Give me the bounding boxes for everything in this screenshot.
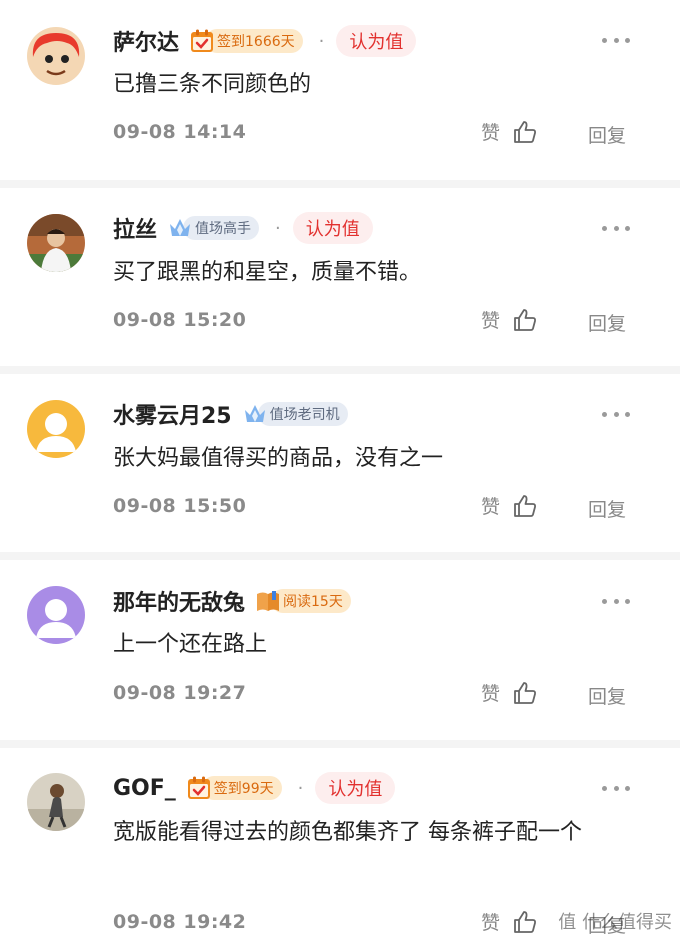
like-button[interactable]: 赞 <box>481 118 538 145</box>
comment-time: 09-08 15:50 <box>113 495 247 517</box>
worth-tag: 认为值 <box>315 772 396 804</box>
comment-item: 萨尔达 签到1666天 · 认为值 已撸三条不同颜色的 09-08 14:14 … <box>0 0 680 180</box>
watermark: 值 什么值得买 <box>558 912 672 933</box>
avatar[interactable] <box>27 773 85 831</box>
separator-dot: · <box>275 217 281 239</box>
user-badge[interactable]: 阅读15天 <box>255 587 351 615</box>
thumbs-up-icon <box>514 910 536 933</box>
reply-button[interactable]: 回复 <box>588 682 626 709</box>
thumbs-up-icon <box>514 308 536 331</box>
thumbs-up-icon <box>514 494 536 517</box>
avatar[interactable] <box>27 400 85 458</box>
badge-label: 签到1666天 <box>205 29 303 53</box>
calendar-check-icon <box>191 29 214 52</box>
comment-item: 拉丝 值场高手 · 认为值 买了跟黑的和星空，质量不错。 09-08 15:20… <box>0 188 680 366</box>
avatar[interactable] <box>27 27 85 85</box>
comment-time: 09-08 19:42 <box>113 911 247 933</box>
comment-time: 09-08 14:14 <box>113 121 247 143</box>
avatar[interactable] <box>27 586 85 644</box>
badge-label: 值场高手 <box>183 216 260 240</box>
like-label: 赞 <box>481 310 501 332</box>
comment-text: 上一个还在路上 <box>113 632 268 657</box>
comment-header: GOF_ 签到99天 · 认为值 <box>113 771 396 805</box>
divider <box>0 180 680 188</box>
like-label: 赞 <box>481 912 501 934</box>
more-options-icon[interactable] <box>602 214 630 242</box>
comment-text: 宽版能看得过去的颜色都集齐了 每条裤子配一个 <box>113 820 582 845</box>
user-badge[interactable]: 值场老司机 <box>242 400 348 428</box>
reply-button[interactable]: 回复 <box>588 309 626 336</box>
username[interactable]: GOF_ <box>113 776 176 801</box>
like-label: 赞 <box>481 496 501 518</box>
comment-header: 那年的无敌兔 阅读15天 <box>113 584 351 618</box>
more-options-icon[interactable] <box>602 587 630 615</box>
like-button[interactable]: 赞 <box>481 492 538 519</box>
like-label: 赞 <box>481 122 501 144</box>
more-options-icon[interactable] <box>602 774 630 802</box>
badge-label: 阅读15天 <box>271 589 351 613</box>
comment-header: 水雾云月25 值场老司机 <box>113 397 348 431</box>
username[interactable]: 那年的无敌兔 <box>113 585 245 617</box>
like-button[interactable]: 赞 <box>481 306 538 333</box>
username[interactable]: 拉丝 <box>113 212 157 244</box>
separator-dot: · <box>318 30 325 52</box>
badge-label: 值场老司机 <box>257 402 348 426</box>
thumbs-up-icon <box>514 120 536 143</box>
separator-dot: · <box>297 777 304 799</box>
more-options-icon[interactable] <box>602 26 630 54</box>
divider <box>0 740 680 748</box>
divider <box>0 552 680 560</box>
user-badge[interactable]: 签到1666天 <box>189 27 303 55</box>
reply-button[interactable]: 回复 <box>588 495 626 522</box>
comment-text: 买了跟黑的和星空，质量不错。 <box>113 260 422 285</box>
comment-time: 09-08 15:20 <box>113 309 247 331</box>
comment-text: 张大妈最值得买的商品，没有之一 <box>113 446 444 471</box>
comment-item: 那年的无敌兔 阅读15天 上一个还在路上 09-08 19:27 赞 回复 <box>0 560 680 740</box>
like-button[interactable]: 赞 <box>481 679 538 706</box>
worth-tag: 认为值 <box>292 212 373 244</box>
avatar[interactable] <box>27 214 85 272</box>
crown-icon <box>244 405 265 422</box>
crown-icon <box>170 219 191 236</box>
username[interactable]: 萨尔达 <box>113 25 179 57</box>
divider <box>0 366 680 374</box>
comment-text: 已撸三条不同颜色的 <box>113 72 312 97</box>
book-icon <box>257 591 280 611</box>
calendar-check-icon <box>187 776 210 799</box>
reply-button[interactable]: 回复 <box>588 121 626 148</box>
like-button[interactable]: 赞 <box>481 908 538 935</box>
badge-label: 签到99天 <box>201 776 282 800</box>
comment-header: 萨尔达 签到1666天 · 认为值 <box>113 24 417 58</box>
user-badge[interactable]: 签到99天 <box>186 774 282 802</box>
like-label: 赞 <box>481 683 501 705</box>
username[interactable]: 水雾云月25 <box>113 398 232 430</box>
comment-time: 09-08 19:27 <box>113 682 247 704</box>
comment-item: 水雾云月25 值场老司机 张大妈最值得买的商品，没有之一 09-08 15:50… <box>0 374 680 552</box>
thumbs-up-icon <box>514 681 536 704</box>
more-options-icon[interactable] <box>602 400 630 428</box>
comment-header: 拉丝 值场高手 · 认为值 <box>113 211 373 245</box>
worth-tag: 认为值 <box>336 25 417 57</box>
user-badge[interactable]: 值场高手 <box>167 214 260 242</box>
